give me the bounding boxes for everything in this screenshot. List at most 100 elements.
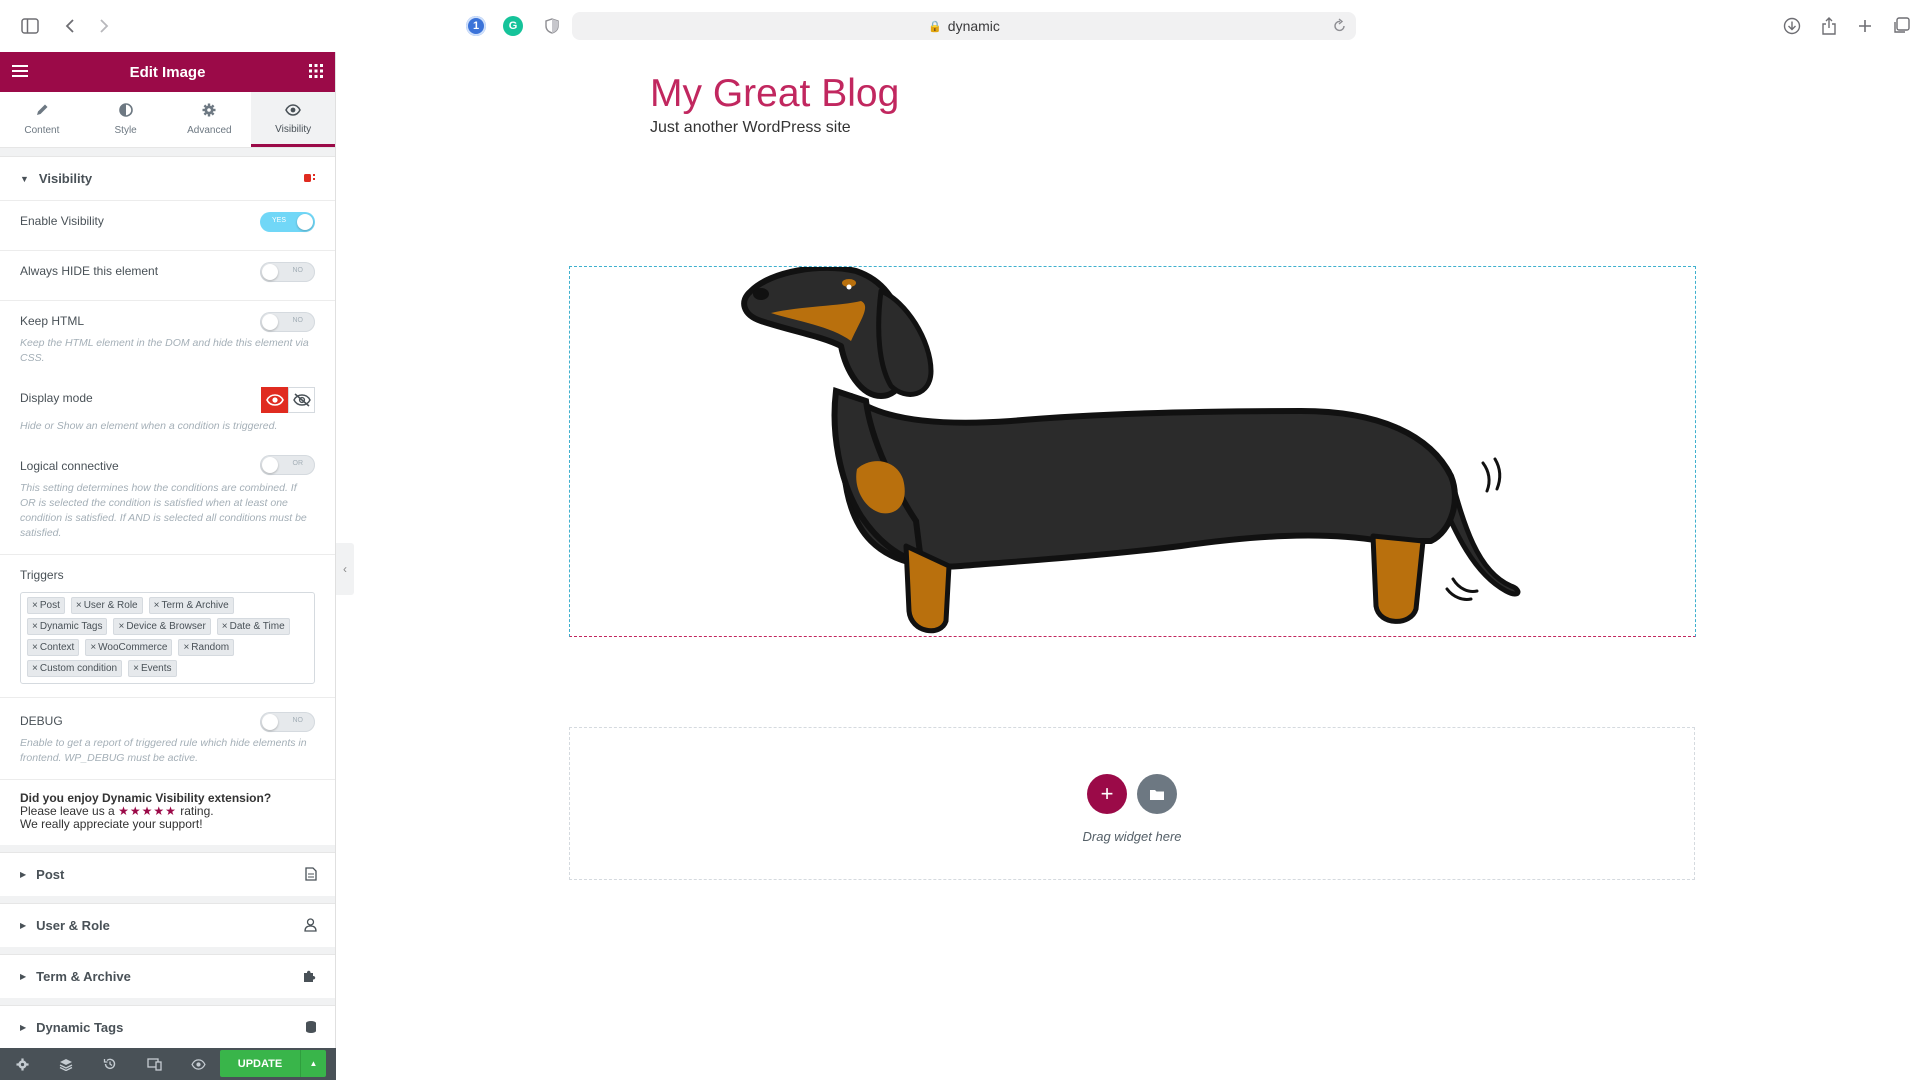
section-user-role[interactable]: ▶ User & Role	[0, 903, 335, 947]
switch-knob	[262, 457, 278, 473]
show-eye-icon[interactable]	[261, 387, 288, 413]
trigger-chip-label: Post	[39, 600, 60, 611]
add-section-button[interactable]: +	[1087, 773, 1127, 814]
tab-label: Content	[24, 125, 60, 136]
trigger-chip-label: Date & Time	[229, 621, 285, 632]
switch-state: NO	[292, 317, 304, 324]
tab-label: Advanced	[187, 125, 232, 136]
browser-toolbar: 1 G 🔒 dynamic	[0, 0, 1920, 52]
back-icon[interactable]	[58, 14, 82, 38]
remove-icon[interactable]: ×	[32, 600, 38, 611]
trigger-chip[interactable]: × User & Role	[70, 597, 143, 614]
tab-style[interactable]: Style	[84, 92, 168, 147]
panel-collapse-handle[interactable]: ‹	[336, 543, 354, 595]
control-label: Keep HTML	[20, 314, 85, 328]
remove-icon[interactable]: ×	[133, 663, 139, 674]
site-title[interactable]: My Great Blog	[650, 72, 899, 116]
trigger-chip[interactable]: × Custom condition	[27, 660, 123, 677]
section-title: Post	[36, 867, 65, 882]
logical-connective-switch[interactable]: OR	[260, 455, 315, 475]
trigger-chip-label: Events	[140, 663, 172, 674]
trigger-chip[interactable]: × Random	[178, 639, 235, 656]
widgets-grid-icon[interactable]	[309, 64, 323, 82]
switch-state: NO	[292, 717, 304, 724]
lock-icon: 🔒	[928, 20, 942, 33]
caret-right-icon: ▶	[20, 972, 27, 981]
settings-gear-icon[interactable]	[0, 1048, 44, 1080]
grammarly-icon[interactable]: G	[503, 16, 523, 36]
dropzone-buttons: +	[1087, 773, 1177, 814]
display-mode-control: Display mode Hide or Show an element whe…	[0, 379, 335, 447]
trigger-chip[interactable]: × WooCommerce	[85, 639, 173, 656]
rating-stars-link[interactable]: ★★★★★	[118, 804, 177, 818]
remove-icon[interactable]: ×	[118, 621, 124, 632]
document-icon	[305, 867, 317, 884]
trigger-chip[interactable]: × Context	[27, 639, 80, 656]
keep-html-control: Keep HTML NO Keep the HTML element in th…	[0, 300, 335, 379]
sidebar-toggle-icon[interactable]	[18, 14, 42, 38]
remove-icon[interactable]: ×	[154, 600, 160, 611]
remove-icon[interactable]: ×	[32, 621, 38, 632]
downloads-icon[interactable]	[1780, 14, 1804, 38]
add-template-button[interactable]	[1137, 773, 1177, 814]
update-button[interactable]: UPDATE	[220, 1050, 300, 1077]
trigger-chip[interactable]: × Term & Archive	[148, 597, 234, 614]
new-tab-icon[interactable]	[1853, 14, 1877, 38]
responsive-mode-icon[interactable]	[132, 1048, 176, 1080]
control-label: Always HIDE this element	[20, 264, 159, 278]
caret-right-icon: ▶	[20, 1023, 27, 1032]
section-dynamic-tags[interactable]: ▶ Dynamic Tags	[0, 1005, 335, 1049]
shield-icon[interactable]	[540, 14, 564, 38]
always-hide-switch[interactable]: NO	[260, 262, 315, 282]
preview-eye-icon[interactable]	[176, 1048, 220, 1080]
promo-text: Please leave us a	[20, 804, 115, 818]
remove-icon[interactable]: ×	[90, 642, 96, 653]
dropzone-text: Drag widget here	[1082, 828, 1182, 844]
section-title: Dynamic Tags	[36, 1020, 124, 1035]
triggers-select[interactable]: × Post × User & Role × Term & Archive × Dyna…	[20, 592, 315, 684]
remove-icon[interactable]: ×	[76, 600, 82, 611]
layers-icon[interactable]	[44, 1048, 88, 1080]
switch-state: NO	[292, 267, 304, 274]
menu-icon[interactable]	[12, 64, 28, 82]
debug-switch[interactable]: NO	[260, 712, 315, 732]
image-widget[interactable]	[569, 266, 1696, 637]
forward-icon[interactable]	[92, 14, 116, 38]
trigger-chip-label: User & Role	[83, 600, 138, 611]
remove-icon[interactable]: ×	[32, 663, 38, 674]
tab-content[interactable]: Content	[0, 92, 84, 147]
section-post[interactable]: ▶ Post	[0, 852, 335, 896]
remove-icon[interactable]: ×	[32, 642, 38, 653]
reload-icon[interactable]	[1334, 18, 1346, 35]
trigger-chip[interactable]: × Dynamic Tags	[27, 618, 108, 635]
panel-footer: UPDATE ▲	[0, 1048, 336, 1080]
switch-knob	[262, 714, 278, 730]
tab-advanced[interactable]: Advanced	[168, 92, 252, 147]
switch-knob	[262, 264, 278, 280]
hide-eye-slash-icon[interactable]	[288, 387, 315, 413]
tab-visibility[interactable]: Visibility	[251, 92, 335, 147]
caret-down-icon: ▼	[20, 173, 29, 184]
enable-visibility-switch[interactable]: YES	[260, 212, 315, 232]
switch-state: OR	[292, 460, 304, 467]
trigger-chip-label: Term & Archive	[161, 600, 229, 611]
remove-icon[interactable]: ×	[222, 621, 228, 632]
section-visibility-header[interactable]: ▼ Visibility	[0, 156, 335, 200]
keep-html-switch[interactable]: NO	[260, 312, 315, 332]
history-icon[interactable]	[88, 1048, 132, 1080]
empty-section-dropzone[interactable]: + Drag widget here	[569, 727, 1695, 880]
remove-icon[interactable]: ×	[183, 642, 189, 653]
section-title: Visibility	[38, 171, 93, 186]
trigger-chip[interactable]: × Device & Browser	[113, 618, 211, 635]
update-options-caret-icon[interactable]: ▲	[300, 1050, 326, 1077]
section-term-archive[interactable]: ▶ Term & Archive	[0, 954, 335, 998]
tab-overview-icon[interactable]	[1889, 14, 1913, 38]
address-bar[interactable]: 🔒 dynamic	[572, 12, 1356, 40]
trigger-chip-label: Custom condition	[39, 663, 118, 674]
1password-icon[interactable]: 1	[466, 16, 486, 36]
trigger-chip[interactable]: × Post	[27, 597, 65, 614]
trigger-chip[interactable]: × Events	[128, 660, 177, 677]
control-label: Display mode	[20, 391, 93, 405]
share-icon[interactable]	[1817, 14, 1841, 38]
trigger-chip[interactable]: × Date & Time	[216, 618, 290, 635]
